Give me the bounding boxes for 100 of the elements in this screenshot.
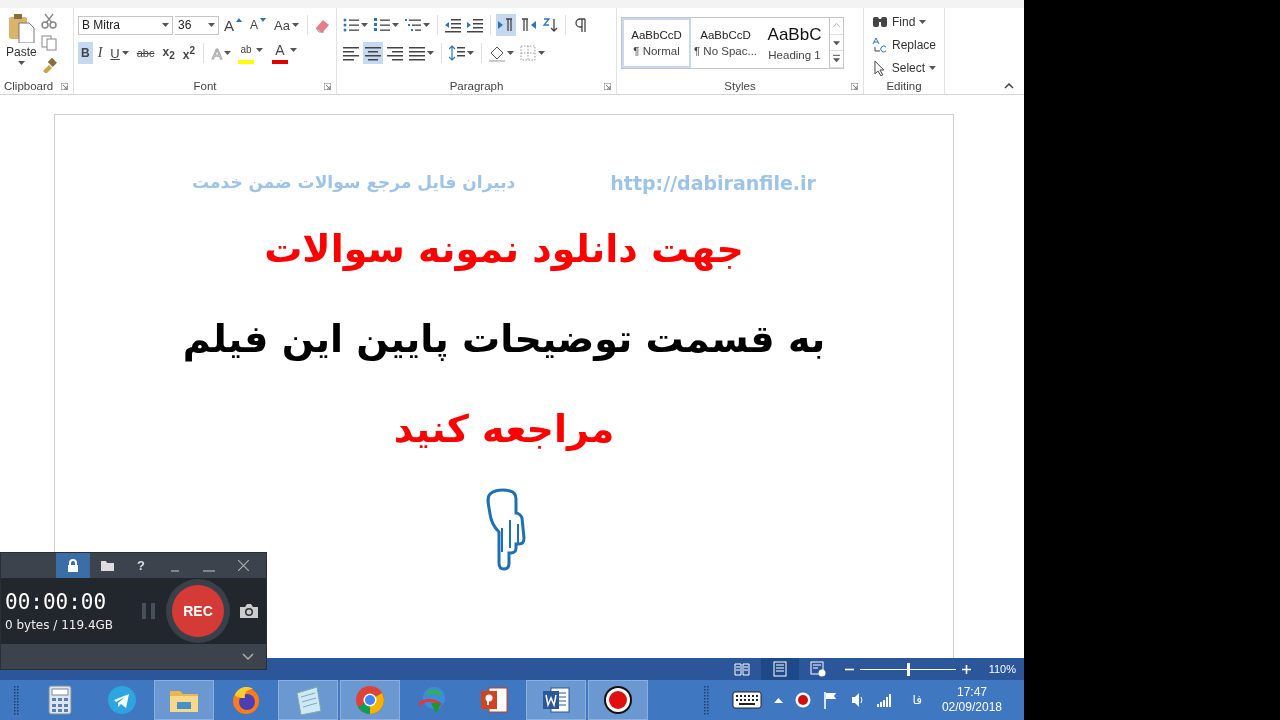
select-button[interactable]: Select	[870, 57, 938, 78]
caret-icon	[538, 51, 545, 55]
caret-icon	[291, 23, 299, 27]
group-label: Paragraph	[449, 80, 504, 92]
change-case-button[interactable]: Aa	[271, 14, 302, 36]
highlight-button[interactable]: ab	[236, 42, 268, 64]
caret-icon	[423, 23, 430, 27]
caret-icon	[256, 47, 263, 52]
record-icon[interactable]	[794, 692, 811, 708]
style-item[interactable]: AaBbC Heading 1	[760, 18, 829, 68]
speaker-icon[interactable]	[850, 692, 865, 708]
line-spacing-icon	[449, 44, 465, 62]
text-direction-icon	[498, 16, 514, 34]
chevron-down-icon[interactable]	[242, 653, 254, 660]
help-button[interactable]: ?	[124, 553, 158, 578]
folder-icon	[100, 560, 114, 571]
ring-icon	[353, 683, 387, 717]
dialog-launcher-icon[interactable]	[851, 83, 858, 90]
color-bar-icon	[272, 59, 288, 64]
web-page-icon	[809, 661, 826, 677]
align-center-button[interactable]	[363, 42, 383, 64]
triangle-icon	[236, 18, 242, 22]
taskbar-button[interactable]	[526, 680, 586, 720]
dialog-launcher-icon[interactable]	[324, 83, 331, 90]
lock-button[interactable]	[56, 553, 90, 578]
caret-icon	[467, 51, 474, 55]
pilcrow-icon	[573, 16, 589, 34]
dialog-launcher-icon[interactable]	[61, 83, 68, 90]
triangle-icon	[260, 18, 267, 22]
replace-button[interactable]: Replace	[870, 34, 938, 55]
group-label: Editing	[886, 80, 922, 92]
text-direction-button[interactable]	[496, 14, 516, 36]
style-item[interactable]: AaBbCcD ¶ Normal	[622, 18, 691, 68]
caret-icon	[208, 23, 215, 27]
dialog-launcher-icon[interactable]	[604, 83, 611, 90]
clipboard-icon	[7, 13, 36, 43]
group-label: Clipboard	[4, 80, 54, 92]
grip-icon	[703, 685, 710, 715]
document-line: به قسمت توضیحات پایین این فیلم	[182, 316, 826, 364]
font-color-button[interactable]: A	[270, 42, 302, 64]
document-line: جهت دانلود نمونه سوالات	[264, 226, 744, 273]
page-icon	[771, 661, 788, 677]
multilevel-list-icon	[405, 16, 421, 34]
flag-icon[interactable]	[822, 691, 839, 709]
bold-button[interactable]: B	[78, 42, 93, 64]
lock-icon	[67, 559, 79, 572]
print-layout-button[interactable]	[760, 658, 799, 680]
caret-icon	[290, 47, 297, 52]
paper-plane-icon	[105, 683, 139, 717]
close-icon	[237, 560, 249, 571]
collapse-ribbon-icon[interactable]	[1004, 83, 1014, 89]
color-bar-icon	[238, 59, 254, 64]
grow-font-button[interactable]: A	[221, 14, 245, 36]
strikethrough-button[interactable]: abc	[133, 42, 158, 64]
record-button[interactable]: REC	[172, 585, 224, 637]
zoom-in-icon[interactable]	[961, 664, 971, 674]
justify-icon	[409, 44, 425, 62]
superscript-button[interactable]: x$^{2}$	[179, 42, 198, 64]
up-arrow-icon[interactable]	[773, 697, 783, 703]
style-item[interactable]: AaBbCcD ¶ No Spac...	[691, 18, 760, 68]
increase-indent-icon	[467, 16, 483, 34]
clock-date: 02/09/2018	[941, 700, 1002, 715]
caret-icon	[224, 51, 231, 55]
group-label: Styles	[724, 80, 756, 92]
shrink-font-button[interactable]: A	[247, 14, 270, 36]
header-text: دبیران فایل مرجع سوالات ضمن خدمت	[192, 172, 516, 194]
caret-icon	[929, 65, 936, 70]
keyboard-icon[interactable]	[731, 691, 762, 709]
borders-button[interactable]	[518, 42, 547, 64]
bullets-icon	[343, 16, 359, 34]
slider-thumb[interactable]	[906, 662, 910, 676]
decrease-indent-icon	[445, 16, 461, 34]
caret-icon	[17, 61, 25, 65]
caret-icon	[427, 51, 434, 55]
text-direction-icon	[520, 16, 536, 34]
caret-icon	[919, 19, 927, 24]
paste-button[interactable]: Paste	[6, 11, 37, 78]
group-label: Font	[193, 80, 217, 92]
file-size: 0 bytes / 119.4GB	[5, 618, 115, 632]
scissors-icon[interactable]	[40, 13, 57, 29]
subscript-button[interactable]: x$_{2}$	[159, 42, 178, 64]
font-name-field[interactable]: B Mitra	[78, 15, 173, 35]
underline-button[interactable]: U	[107, 42, 132, 64]
zoom-level[interactable]: 110%	[988, 663, 1016, 675]
camera-icon[interactable]	[240, 604, 258, 618]
clock-time: 17:47	[956, 685, 987, 700]
italic-button[interactable]: I	[94, 42, 106, 64]
replace-icon	[872, 36, 888, 53]
caret-icon	[507, 51, 514, 55]
small-minimize-icon	[171, 569, 179, 572]
language-indicator[interactable]: فا	[912, 693, 922, 707]
record-icon	[601, 683, 635, 717]
font-size-field[interactable]: 36	[175, 15, 219, 35]
taskbar-button[interactable]	[588, 680, 648, 720]
borders-icon	[520, 44, 536, 62]
grip-icon	[14, 685, 20, 715]
align-right-icon	[387, 44, 403, 62]
caret-icon	[121, 51, 129, 55]
signal-icon[interactable]	[876, 693, 893, 707]
find-button[interactable]: Find	[870, 11, 938, 32]
